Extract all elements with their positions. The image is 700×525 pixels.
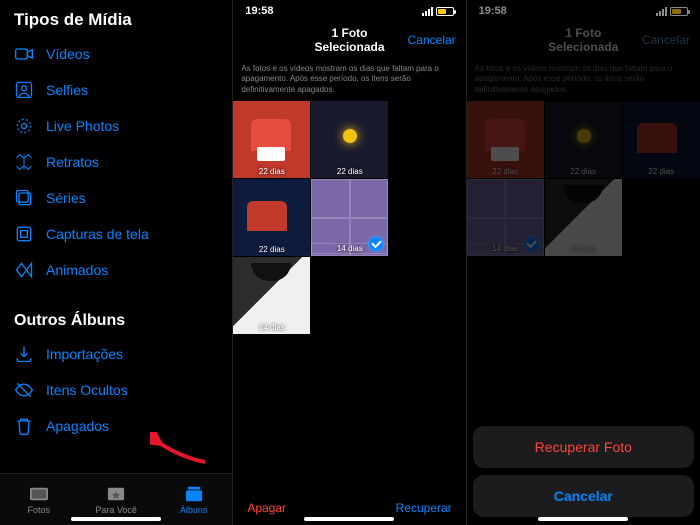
label: Selfies [46, 82, 88, 98]
home-indicator [71, 517, 161, 521]
photo-thumb[interactable]: 14 dias [233, 257, 310, 334]
media-types-heading: Tipos de Mídia [0, 0, 232, 36]
info-text: As fotos e os vídeos mostram os dias que… [233, 60, 465, 101]
status-bar: 19:58 [233, 0, 465, 20]
label: Animados [46, 262, 108, 278]
selfie-icon [14, 80, 34, 100]
animated-icon [14, 260, 34, 280]
hidden-icon [14, 380, 34, 400]
recover-button[interactable]: Recuperar [396, 501, 452, 515]
header-title: 1 Foto Selecionada [295, 26, 403, 54]
label: Séries [46, 190, 86, 206]
label: Apagados [46, 418, 109, 434]
photo-thumb[interactable]: 22 dias [233, 179, 310, 256]
photo-thumb[interactable]: 22 dias [233, 101, 310, 178]
sheet-cancel-button[interactable]: Cancelar [473, 475, 694, 517]
label: Álbuns [180, 505, 208, 515]
video-icon [14, 44, 34, 64]
tab-albums[interactable]: Álbuns [155, 474, 232, 525]
label: Vídeos [46, 46, 90, 62]
delete-button[interactable]: Apagar [247, 501, 286, 515]
item-deleted[interactable]: Apagados [0, 408, 232, 444]
albums-tab-icon [183, 485, 205, 503]
item-screenshots[interactable]: Capturas de tela [0, 216, 232, 252]
burst-icon [14, 188, 34, 208]
action-sheet: Recuperar Foto Cancelar [473, 426, 694, 517]
label: Retratos [46, 154, 99, 170]
nav-header: 1 Foto Selecionada Cancelar [233, 20, 465, 60]
label: Capturas de tela [46, 226, 149, 242]
item-hidden[interactable]: Itens Ocultos [0, 372, 232, 408]
photo-grid: 22 dias 22 dias 22 dias 14 dias 14 dias [233, 101, 465, 334]
photo-thumb[interactable]: 22 dias [311, 101, 388, 178]
import-icon [14, 344, 34, 364]
item-imports[interactable]: Importações [0, 336, 232, 372]
label: Itens Ocultos [46, 382, 128, 398]
item-series[interactable]: Séries [0, 180, 232, 216]
item-animated[interactable]: Animados [0, 252, 232, 288]
label: Fotos [27, 505, 50, 515]
label: Live Photos [46, 118, 119, 134]
home-indicator [304, 517, 394, 521]
label: Para Você [95, 505, 137, 515]
battery-icon [436, 7, 454, 16]
recover-sheet-panel: 19:58 1 Foto Selecionada Cancelar As fot… [467, 0, 700, 525]
item-videos[interactable]: Vídeos [0, 36, 232, 72]
signal-icon [422, 7, 433, 16]
albums-panel: Tipos de Mídia Vídeos Selfies Live Photo… [0, 0, 233, 525]
item-live-photos[interactable]: Live Photos [0, 108, 232, 144]
portrait-icon [14, 152, 34, 172]
item-selfies[interactable]: Selfies [0, 72, 232, 108]
screenshot-icon [14, 224, 34, 244]
cancel-button[interactable]: Cancelar [404, 33, 456, 47]
for-you-tab-icon [105, 485, 127, 503]
sheet-recover-button[interactable]: Recuperar Foto [473, 426, 694, 468]
tab-photos[interactable]: Fotos [0, 474, 77, 525]
live-icon [14, 116, 34, 136]
label: Importações [46, 346, 123, 362]
other-albums-heading: Outros Álbuns [0, 288, 232, 336]
bottom-toolbar: Apagar Recuperar [233, 501, 465, 515]
home-indicator [538, 517, 628, 521]
deleted-selection-panel: 19:58 1 Foto Selecionada Cancelar As fot… [233, 0, 466, 525]
item-portraits[interactable]: Retratos [0, 144, 232, 180]
photo-thumb-selected[interactable]: 14 dias [311, 179, 388, 256]
trash-icon [14, 416, 34, 436]
time: 19:58 [245, 5, 273, 17]
photos-tab-icon [28, 485, 50, 503]
